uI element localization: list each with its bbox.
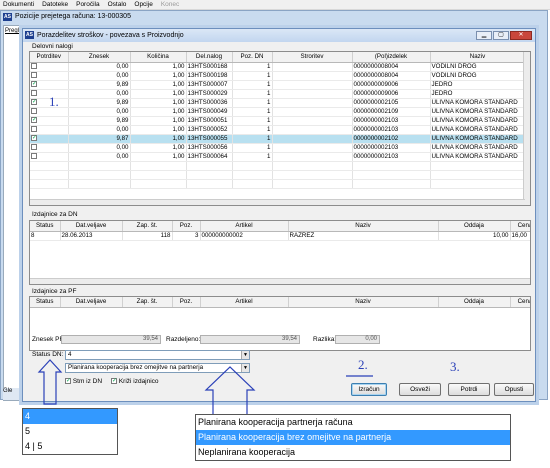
status-option[interactable]: 4 xyxy=(23,409,117,424)
kooperacija-option[interactable]: Planirana kooperacija partnerja računa xyxy=(196,415,510,430)
kooperacija-option[interactable]: Neplanirana kooperacija xyxy=(196,445,510,460)
kooperacija-dropdown-list: Planirana kooperacija partnerja računa Pl… xyxy=(195,414,511,461)
status-dropdown-list: 454 | 5 xyxy=(22,408,118,455)
arrow-up-status-icon xyxy=(37,359,63,405)
kooperacija-option[interactable]: Planirana kooperacija brez omejitve na p… xyxy=(196,430,510,445)
status-option[interactable]: 4 | 5 xyxy=(23,439,117,454)
status-option[interactable]: 5 xyxy=(23,424,117,439)
annotation-arrows xyxy=(37,359,373,417)
arrow-up-kooperacija-icon xyxy=(204,366,256,417)
